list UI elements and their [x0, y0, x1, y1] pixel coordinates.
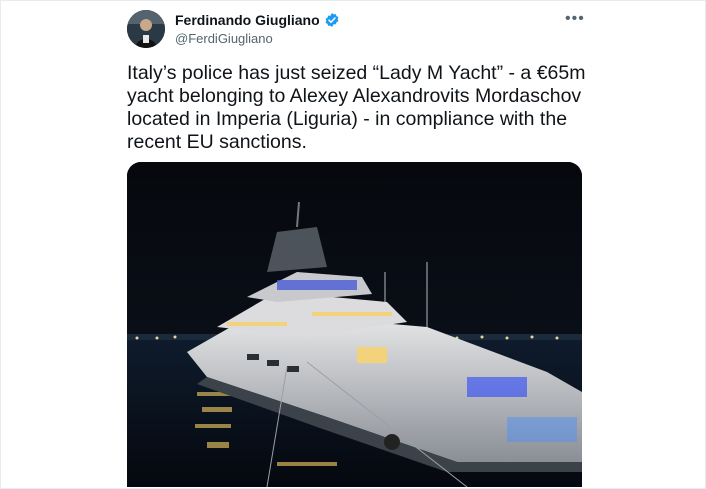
more-dots-icon[interactable]: ••• [565, 10, 585, 28]
author-handle[interactable]: @FerdiGiugliano [175, 31, 273, 46]
author-name-text[interactable]: Ferdinando Giugliano [175, 12, 320, 28]
tweet-photo[interactable] [127, 162, 582, 487]
avatar[interactable] [127, 10, 165, 48]
verified-badge-icon [324, 12, 340, 28]
author-name[interactable]: Ferdinando Giugliano [175, 12, 340, 28]
tweet-text: Italy’s police has just seized “Lady M Y… [127, 62, 591, 153]
